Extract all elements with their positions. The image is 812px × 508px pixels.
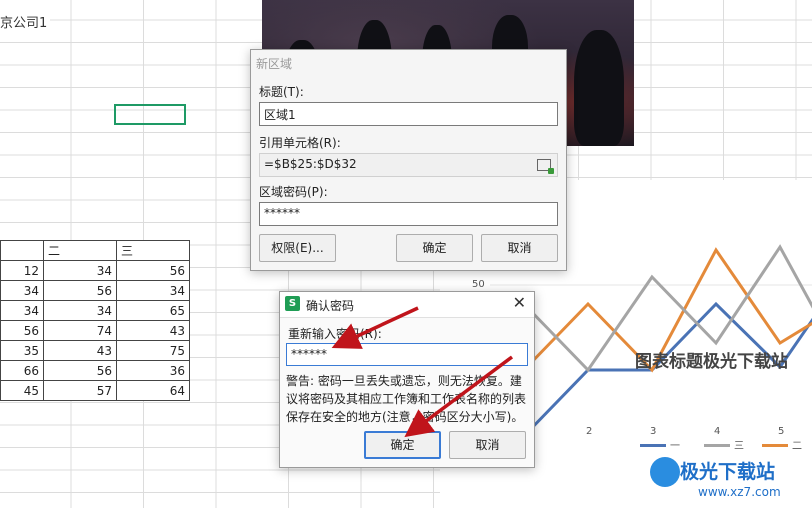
app-logo-icon: S xyxy=(285,296,300,311)
table-cell[interactable]: 66 xyxy=(0,360,44,381)
new-region-dialog: 新区域 标题(T): 区域1 引用单元格(R): =$B$25:$D$32 区域… xyxy=(250,49,567,271)
x-tick-label: 2 xyxy=(586,426,593,437)
title-input[interactable]: 区域1 xyxy=(259,102,558,126)
reenter-password-label: 重新输入密码(R): xyxy=(288,327,382,341)
cell-company-name[interactable]: 京公司1 xyxy=(0,12,51,31)
data-table: 二 三 12 34 56 34 56 34 34 34 65 56 74 43 … xyxy=(0,240,190,401)
table-row: 45 57 64 xyxy=(0,380,190,401)
permissions-button[interactable]: 权限(E)... xyxy=(259,234,336,262)
watermark-text: 极光下载站 xyxy=(680,461,776,483)
reenter-password-input[interactable]: ****** xyxy=(286,343,528,366)
password-label: 区域密码(P): xyxy=(259,185,328,199)
table-cell[interactable]: 43 xyxy=(116,320,190,341)
table-row: 56 74 43 xyxy=(0,320,190,341)
table-cell[interactable]: 12 xyxy=(0,260,44,281)
table-cell[interactable]: 45 xyxy=(0,380,44,401)
legend-swatch-series1 xyxy=(640,444,666,447)
table-header-cell[interactable]: 二 xyxy=(43,240,117,261)
x-tick-label: 3 xyxy=(650,426,657,437)
table-cell[interactable]: 75 xyxy=(116,340,190,361)
legend-swatch-series3 xyxy=(704,444,730,447)
title-label: 标题(T): xyxy=(259,85,304,99)
table-cell[interactable]: 34 xyxy=(0,300,44,321)
region-ok-button[interactable]: 确定 xyxy=(396,234,473,262)
table-header-cell[interactable]: 三 xyxy=(116,240,190,261)
legend-label-series3: 三 xyxy=(734,441,744,452)
table-cell[interactable]: 56 xyxy=(43,280,117,301)
watermark-url: www.xz7.com xyxy=(698,485,781,499)
table-cell[interactable]: 35 xyxy=(0,340,44,361)
table-row: 34 56 34 xyxy=(0,280,190,301)
table-cell[interactable]: 43 xyxy=(43,340,117,361)
table-row: 12 34 56 xyxy=(0,260,190,281)
table-cell[interactable]: 36 xyxy=(116,360,190,381)
table-cell[interactable]: 34 xyxy=(0,280,44,301)
table-cell[interactable]: 57 xyxy=(43,380,117,401)
table-row: 66 56 36 xyxy=(0,360,190,381)
legend-label-series1: 一 xyxy=(670,441,680,452)
table-cell[interactable]: 34 xyxy=(43,260,117,281)
y-tick-label: 50 xyxy=(472,279,485,290)
table-cell[interactable]: 64 xyxy=(116,380,190,401)
region-password-input[interactable]: ****** xyxy=(259,202,558,226)
dialog-titlebar: S 确认密码 ✕ xyxy=(280,292,534,318)
x-tick-label: 5 xyxy=(778,426,785,437)
ref-cells-input[interactable]: =$B$25:$D$32 xyxy=(259,153,558,177)
confirm-ok-button[interactable]: 确定 xyxy=(364,431,441,459)
table-row: 35 43 75 xyxy=(0,340,190,361)
region-cancel-button[interactable]: 取消 xyxy=(481,234,558,262)
table-cell[interactable]: 74 xyxy=(43,320,117,341)
table-cell[interactable]: 34 xyxy=(116,280,190,301)
confirm-cancel-button[interactable]: 取消 xyxy=(449,431,526,459)
ref-cells-value: =$B$25:$D$32 xyxy=(264,157,357,171)
dialog-title: 确认密码 xyxy=(306,299,355,313)
table-cell[interactable]: 65 xyxy=(116,300,190,321)
close-icon[interactable]: ✕ xyxy=(513,294,526,312)
table-row: 34 34 65 xyxy=(0,300,190,321)
watermark-logo-icon xyxy=(650,457,680,487)
ref-cells-label: 引用单元格(R): xyxy=(259,136,341,150)
legend-swatch-series2 xyxy=(762,444,788,447)
dialog-title: 新区域 xyxy=(256,57,293,71)
active-cell-selection[interactable] xyxy=(114,104,186,125)
chart-legend[interactable]: 一 三 二 xyxy=(640,437,812,452)
x-tick-label: 4 xyxy=(714,426,721,437)
table-header-cell[interactable] xyxy=(0,240,44,261)
table-cell[interactable]: 56 xyxy=(43,360,117,381)
legend-label-series2: 二 xyxy=(792,441,802,452)
confirm-password-dialog: S 确认密码 ✕ 重新输入密码(R): ****** 警告: 密码一旦丢失或遗忘… xyxy=(279,291,535,468)
table-cell[interactable]: 34 xyxy=(43,300,117,321)
range-picker-icon[interactable] xyxy=(537,159,554,174)
chart-title[interactable]: 图表标题极光下载站 xyxy=(635,347,788,372)
table-header-row: 二 三 xyxy=(0,240,190,261)
site-watermark: 极光下载站 www.xz7.com xyxy=(650,455,810,505)
table-cell[interactable]: 56 xyxy=(116,260,190,281)
picture-figure xyxy=(574,30,624,146)
table-cell[interactable]: 56 xyxy=(0,320,44,341)
warning-text: 警告: 密码一旦丢失或遗忘，则无法恢复。建议将密码及其相应工作簿和工作表名称的列… xyxy=(286,374,527,424)
